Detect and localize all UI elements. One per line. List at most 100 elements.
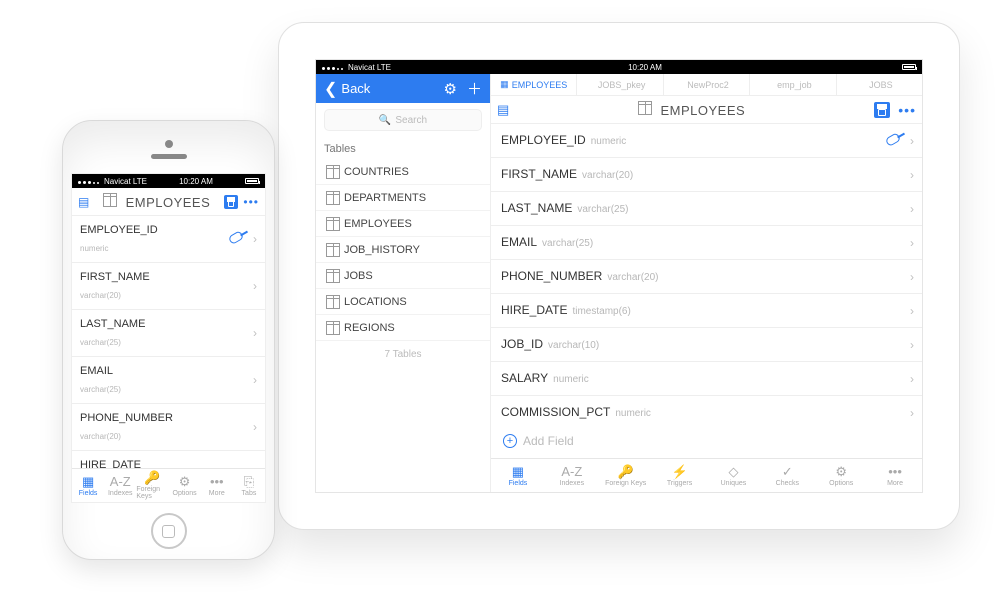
- toolbar-foreign-keys[interactable]: 🔑Foreign Keys: [136, 469, 168, 502]
- toolbar-triggers[interactable]: ⚡Triggers: [653, 459, 707, 492]
- toolbar-uniques[interactable]: ◇Uniques: [707, 459, 761, 492]
- sidebar-item-employees[interactable]: EMPLOYEES: [316, 211, 490, 237]
- tab-jobs_pkey[interactable]: JOBS_pkey: [577, 74, 663, 95]
- signal-dots-icon: [78, 177, 101, 186]
- search-icon: 🔍: [379, 115, 391, 126]
- dots-icon: •••: [888, 465, 902, 478]
- status-bar: Navicat LTE 10:20 AM: [72, 174, 265, 188]
- toolbar-indexes[interactable]: A-ZIndexes: [545, 459, 599, 492]
- gear-icon: ⚙: [179, 475, 191, 488]
- sidebar-item-locations[interactable]: LOCATIONS: [316, 289, 490, 315]
- chevron-right-icon: ›: [253, 232, 257, 246]
- list-view-icon[interactable]: ▤: [78, 195, 89, 209]
- toolbar-fields[interactable]: ▦Fields: [72, 469, 104, 502]
- field-name: EMAIL: [501, 235, 537, 249]
- az-icon: A-Z: [561, 465, 582, 478]
- table-icon: [326, 243, 340, 257]
- field-row[interactable]: PHONE_NUMBERvarchar(20)›: [491, 260, 922, 294]
- field-list[interactable]: EMPLOYEE_IDnumeric›FIRST_NAMEvarchar(20)…: [72, 216, 265, 468]
- field-name: LAST_NAME: [501, 201, 572, 215]
- tab-label: NewProc2: [687, 80, 729, 90]
- sidebar-item-departments[interactable]: DEPARTMENTS: [316, 185, 490, 211]
- field-name: PHONE_NUMBER: [501, 269, 602, 283]
- table-icon: [326, 269, 340, 283]
- sidebar-item-countries[interactable]: COUNTRIES: [316, 159, 490, 185]
- nav-bar: ❮ Back ⚙ ＋: [316, 74, 490, 103]
- sidebar-item-regions[interactable]: REGIONS: [316, 315, 490, 341]
- tab-employees[interactable]: ▦EMPLOYEES: [491, 74, 577, 95]
- table-icon: ▦: [500, 79, 509, 90]
- tab-label: emp_job: [777, 80, 812, 90]
- bottom-toolbar: ▦FieldsA-ZIndexes🔑Foreign Keys⚙Options••…: [72, 468, 265, 502]
- field-row[interactable]: HIRE_DATEtimestamp(6)›: [491, 294, 922, 328]
- field-row[interactable]: SALARYnumeric›: [491, 362, 922, 396]
- more-icon[interactable]: •••: [243, 195, 259, 209]
- field-row[interactable]: EMAILvarchar(25)›: [72, 357, 265, 404]
- field-row[interactable]: EMPLOYEE_IDnumeric›: [72, 216, 265, 263]
- field-row[interactable]: PHONE_NUMBERvarchar(20)›: [72, 404, 265, 451]
- list-view-icon[interactable]: ▤: [497, 102, 509, 118]
- back-button[interactable]: Back: [341, 81, 370, 96]
- tab-newproc2[interactable]: NewProc2: [664, 74, 750, 95]
- toolbar-label: Foreign Keys: [605, 480, 646, 487]
- chevron-right-icon: ›: [910, 304, 914, 318]
- toolbar-more[interactable]: •••More: [201, 469, 233, 502]
- more-icon[interactable]: •••: [898, 102, 916, 118]
- home-button[interactable]: [151, 513, 187, 549]
- iphone-device: Navicat LTE 10:20 AM ▤ EMPLOYEES ••• EMP…: [62, 120, 275, 560]
- field-name: JOB_ID: [501, 337, 543, 351]
- chevron-right-icon: ›: [910, 202, 914, 216]
- chevron-right-icon: ›: [910, 338, 914, 352]
- toolbar-label: More: [887, 480, 903, 487]
- field-row[interactable]: COMMISSION_PCTnumeric›: [491, 396, 922, 424]
- carrier-label: Navicat LTE: [104, 177, 147, 186]
- toolbar-more[interactable]: ••• More: [868, 459, 922, 492]
- toolbar-label: Checks: [776, 480, 799, 487]
- toolbar-checks[interactable]: ✓Checks: [760, 459, 814, 492]
- field-row[interactable]: EMAILvarchar(25)›: [491, 226, 922, 260]
- toolbar-label: More: [209, 490, 225, 497]
- field-name: EMPLOYEE_ID: [501, 133, 586, 147]
- tab-emp_job[interactable]: emp_job: [750, 74, 836, 95]
- plus-icon[interactable]: ＋: [467, 78, 482, 99]
- save-icon[interactable]: [874, 102, 890, 118]
- sidebar-item-jobs[interactable]: JOBS: [316, 263, 490, 289]
- field-row[interactable]: HIRE_DATEtimestamp(6)›: [72, 451, 265, 468]
- field-row[interactable]: FIRST_NAMEvarchar(20)›: [72, 263, 265, 310]
- field-row[interactable]: LAST_NAMEvarchar(25)›: [491, 192, 922, 226]
- chevron-right-icon: ›: [910, 236, 914, 250]
- search-input[interactable]: 🔍 Search: [324, 109, 482, 131]
- field-row[interactable]: LAST_NAMEvarchar(25)›: [72, 310, 265, 357]
- sidebar-item-job_history[interactable]: JOB_HISTORY: [316, 237, 490, 263]
- toolbar-options[interactable]: ⚙Options: [814, 459, 868, 492]
- field-type: varchar(25): [80, 338, 121, 347]
- field-row[interactable]: JOB_IDvarchar(10)›: [491, 328, 922, 362]
- save-icon[interactable]: [224, 195, 238, 209]
- toolbar-label: Fields: [79, 490, 98, 497]
- toolbar-foreign-keys[interactable]: 🔑Foreign Keys: [599, 459, 653, 492]
- field-type: varchar(20): [582, 170, 633, 181]
- gear-icon[interactable]: ⚙: [444, 80, 457, 98]
- back-chevron-icon[interactable]: ❮: [324, 79, 337, 99]
- add-field-button[interactable]: + Add Field: [491, 424, 922, 458]
- field-type: numeric: [553, 374, 589, 385]
- sidebar: ❮ Back ⚙ ＋ 🔍 Search Tables COUNTRIES DEP…: [316, 74, 491, 492]
- table-name: COUNTRIES: [344, 166, 409, 178]
- main-pane: ▦EMPLOYEESJOBS_pkey NewProc2 emp_job JOBS ▤…: [491, 74, 922, 492]
- table-icon: [326, 321, 340, 335]
- sidebar-section-label: Tables: [316, 137, 490, 159]
- ipad-body: ❮ Back ⚙ ＋ 🔍 Search Tables COUNTRIES DEP…: [316, 74, 922, 492]
- field-row[interactable]: EMPLOYEE_IDnumeric›: [491, 124, 922, 158]
- field-type: numeric: [591, 136, 627, 147]
- toolbar-fields[interactable]: ▦Fields: [491, 459, 545, 492]
- toolbar-indexes[interactable]: A-ZIndexes: [104, 469, 136, 502]
- tab-jobs[interactable]: JOBS: [837, 74, 922, 95]
- field-name: EMPLOYEE_ID: [80, 224, 158, 236]
- table-icon: [326, 165, 340, 179]
- tab-icon: ⎘: [244, 475, 254, 488]
- toolbar-options[interactable]: ⚙Options: [169, 469, 201, 502]
- field-list[interactable]: EMPLOYEE_IDnumeric›FIRST_NAMEvarchar(20)…: [491, 124, 922, 424]
- field-row[interactable]: FIRST_NAMEvarchar(20)›: [491, 158, 922, 192]
- clock-label: 10:20 AM: [179, 177, 213, 186]
- toolbar-tabs[interactable]: ⎘Tabs: [233, 469, 265, 502]
